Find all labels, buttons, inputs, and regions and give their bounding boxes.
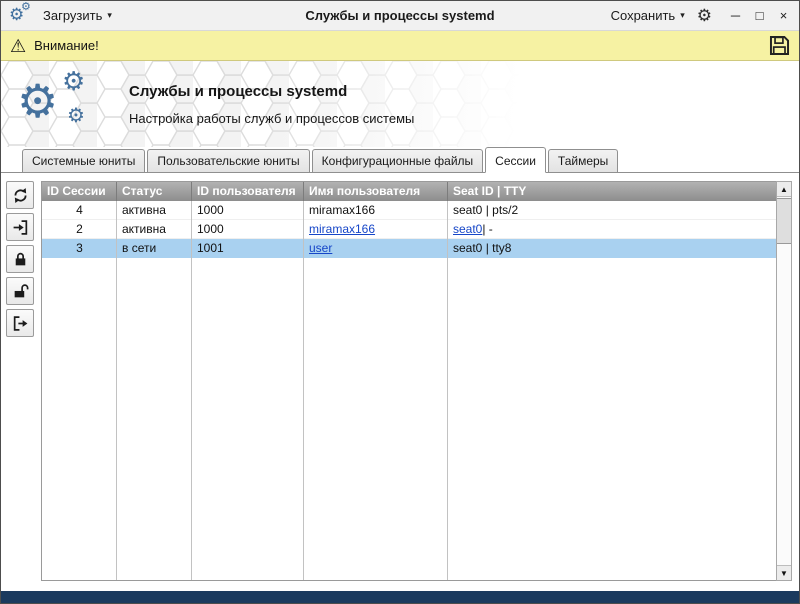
table-header: ID Сессии Статус ID пользователя Имя пользо… [42, 182, 776, 201]
table-cell: 4 [76, 203, 83, 217]
login-button[interactable] [6, 213, 34, 241]
app-window: ⚙ ⚙ Загрузить ▾ Службы и процессы system… [0, 0, 800, 604]
header-cell[interactable]: Имя пользователя [304, 182, 448, 201]
gear-icon: ⚙ [17, 75, 59, 127]
logout-button[interactable] [6, 309, 34, 337]
scroll-down-button[interactable]: ▼ [777, 565, 791, 580]
chevron-down-icon: ▾ [680, 10, 685, 20]
table-cell: 3 [76, 241, 83, 255]
refresh-button[interactable] [6, 181, 34, 209]
status-bar [1, 591, 799, 603]
tab-bar: Системные юниты Пользовательские юниты Кон… [1, 147, 799, 173]
tab-timers[interactable]: Таймеры [547, 149, 619, 172]
floppy-icon [769, 35, 790, 56]
tab-user-units[interactable]: Пользовательские юниты [147, 149, 310, 172]
table-cell: seat0 | - [453, 222, 493, 236]
save-file-button[interactable] [769, 35, 790, 56]
banner: ⚙ ⚙ ⚙ Службы и процессы systemd Настройк… [1, 61, 799, 147]
table-cell: seat0 | pts/2 [453, 203, 519, 217]
chevron-down-icon: ▾ [107, 10, 112, 20]
table-cell: 2 [76, 222, 83, 236]
table-cell: 1000 [197, 203, 224, 217]
load-button-label: Загрузить [43, 8, 103, 23]
tab-sessions[interactable]: Сессии [485, 147, 546, 173]
settings-gear-icon[interactable]: ⚙ [697, 7, 712, 24]
table-cell: активна [122, 222, 166, 236]
page-title: Службы и процессы systemd [129, 82, 348, 100]
side-toolbar [6, 181, 34, 337]
header-cell[interactable]: ID Сессии [42, 182, 117, 201]
refresh-icon [12, 187, 29, 204]
lock-icon [12, 251, 29, 268]
header-cell[interactable]: Seat ID | TTY [448, 182, 776, 201]
cell-link[interactable]: miramax166 [309, 222, 375, 236]
tab-system-units[interactable]: Системные юниты [22, 149, 146, 172]
maximize-button[interactable]: □ [752, 9, 767, 22]
minimize-button[interactable]: ─ [728, 9, 743, 22]
gear-icon: ⚙ [62, 66, 86, 96]
login-icon [12, 219, 29, 236]
table-cell: 1000 [197, 222, 224, 236]
unlock-button[interactable] [6, 277, 34, 305]
table-row[interactable]: 3 в сети 1001 user seat0 | tty8 [42, 239, 776, 258]
header-cell[interactable]: ID пользователя [192, 182, 304, 201]
save-button[interactable]: Сохранить ▾ [611, 8, 685, 23]
logout-icon [12, 315, 29, 332]
warning-text: Внимание! [34, 38, 99, 53]
main-area: ID Сессии Статус ID пользователя Имя пользо… [1, 173, 799, 591]
table-cell: user [304, 239, 448, 257]
tab-config-files[interactable]: Конфигурационные файлы [311, 149, 484, 172]
sessions-table: ID Сессии Статус ID пользователя Имя пользо… [41, 181, 777, 581]
window-controls: ─ □ × [728, 9, 791, 22]
vertical-scrollbar[interactable]: ▲ ▼ [776, 181, 792, 581]
titlebar: ⚙ ⚙ Загрузить ▾ Службы и процессы system… [1, 1, 799, 31]
scroll-thumb[interactable] [777, 198, 791, 244]
table-cell: активна [122, 203, 166, 217]
table-cell: miramax166 [304, 220, 448, 238]
load-button[interactable]: Загрузить ▾ [43, 8, 112, 23]
table-cell: 1001 [197, 241, 224, 255]
app-logo-gears-icon: ⚙ ⚙ ⚙ [17, 68, 103, 140]
table-cell: в сети [122, 241, 157, 255]
titlebar-right: Сохранить ▾ ⚙ ─ □ × [611, 7, 791, 24]
table-row[interactable]: 4 активна 1000 miramax166 seat0 | pts/2 [42, 201, 776, 220]
gear-icon: ⚙ [21, 0, 31, 13]
lock-button[interactable] [6, 245, 34, 273]
cell-link[interactable]: seat0 [453, 222, 482, 236]
table-body[interactable]: 4 активна 1000 miramax166 seat0 | pts/2 2 акти… [42, 201, 776, 580]
cell-link[interactable]: user [309, 241, 332, 255]
warning-icon: ⚠ [10, 35, 27, 56]
save-button-label: Сохранить [610, 8, 676, 23]
table-row[interactable]: 2 активна 1000 miramax166 seat0 | - [42, 220, 776, 239]
close-button[interactable]: × [776, 9, 791, 22]
header-cell[interactable]: Статус [117, 182, 192, 201]
table-cell: miramax166 [309, 203, 376, 217]
banner-content: ⚙ ⚙ ⚙ Службы и процессы systemd Настройк… [17, 65, 414, 143]
gear-icon: ⚙ [67, 105, 85, 127]
titlebar-left: ⚙ ⚙ Загрузить ▾ [9, 0, 112, 28]
app-gears-icon: ⚙ ⚙ [9, 0, 33, 28]
page-subtitle: Настройка работы служб и процессов систе… [129, 110, 415, 126]
scroll-up-button[interactable]: ▲ [777, 182, 791, 197]
table-cell: seat0 | tty8 [453, 241, 512, 255]
unlock-icon [12, 283, 29, 300]
warning-bar: ⚠ Внимание! [1, 31, 799, 61]
